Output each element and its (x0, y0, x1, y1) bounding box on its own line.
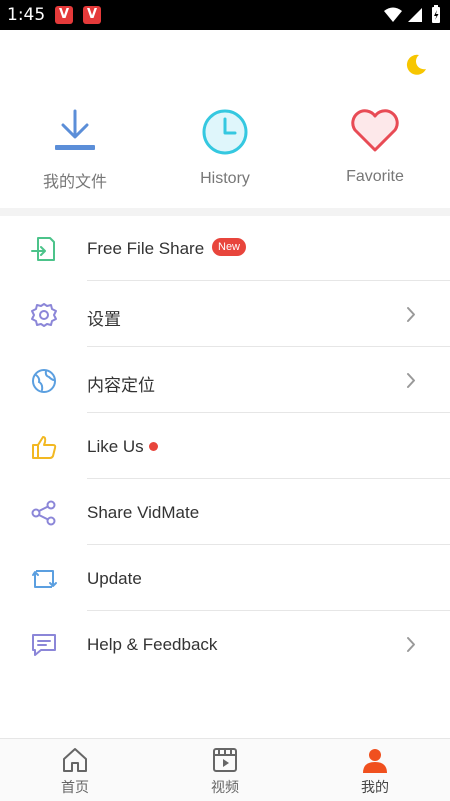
moon-icon[interactable] (402, 52, 428, 78)
favorite-label: Favorite (346, 168, 404, 185)
globe-icon (32, 369, 56, 393)
my-files-button[interactable]: 我的文件 (0, 108, 150, 198)
menu-label: Like Us (87, 437, 144, 456)
divider (87, 478, 450, 479)
home-icon (63, 748, 87, 772)
menu-item-free-file-share[interactable]: Free File Share New (0, 216, 450, 281)
menu-item-like-us[interactable]: Like Us (0, 414, 450, 479)
thumbs-up-icon (32, 436, 57, 459)
divider (87, 346, 450, 347)
menu-item-update[interactable]: Update (0, 546, 450, 611)
history-label: History (200, 170, 250, 187)
notification-badge: V (83, 6, 101, 24)
update-icon (32, 570, 57, 588)
heart-icon (351, 109, 399, 152)
menu-item-content-location[interactable]: 内容定位 (0, 348, 450, 413)
divider (87, 412, 450, 413)
status-time: 1:45 (7, 5, 46, 25)
menu-label: Help & Feedback (87, 635, 218, 654)
chevron-right-icon (407, 307, 415, 322)
menu-item-share-vidmate[interactable]: Share VidMate (0, 480, 450, 545)
favorite-button[interactable]: Favorite (300, 108, 450, 198)
share-icon (31, 500, 56, 526)
chevron-right-icon (407, 637, 415, 652)
menu-label: 内容定位 (87, 376, 155, 395)
nav-video[interactable]: 视频 (150, 739, 300, 801)
history-button[interactable]: History (150, 108, 300, 198)
file-share-icon (31, 237, 55, 261)
wifi-icon (384, 7, 402, 22)
menu-label: Update (87, 569, 142, 588)
nav-home[interactable]: 首页 (0, 739, 150, 801)
download-icon (55, 109, 95, 150)
status-bar: 1:45 V V (0, 0, 450, 30)
notification-dot (149, 442, 158, 451)
clock-icon (202, 109, 248, 155)
divider (87, 610, 450, 611)
menu-item-settings[interactable]: 设置 (0, 282, 450, 347)
profile-icon (363, 749, 387, 773)
section-divider (0, 208, 450, 216)
new-badge: New (212, 238, 247, 256)
nav-label: 我的 (361, 779, 389, 795)
menu-label: Free File Share (87, 239, 205, 258)
bottom-nav: 首页 视频 我的 (0, 738, 450, 801)
notification-badge: V (55, 6, 73, 24)
gear-icon (31, 303, 57, 327)
nav-profile[interactable]: 我的 (300, 739, 450, 801)
menu-item-help-feedback[interactable]: Help & Feedback (0, 612, 450, 677)
divider (87, 544, 450, 545)
signal-icon (408, 8, 422, 22)
menu-label: 设置 (87, 310, 121, 329)
menu-label: Share VidMate (87, 503, 200, 522)
video-icon (213, 748, 237, 772)
chevron-right-icon (407, 373, 415, 388)
nav-label: 视频 (211, 779, 239, 795)
divider (87, 280, 450, 281)
feedback-icon (32, 634, 56, 656)
nav-label: 首页 (61, 779, 89, 795)
my-files-label: 我的文件 (42, 174, 107, 191)
status-icons (384, 5, 440, 23)
